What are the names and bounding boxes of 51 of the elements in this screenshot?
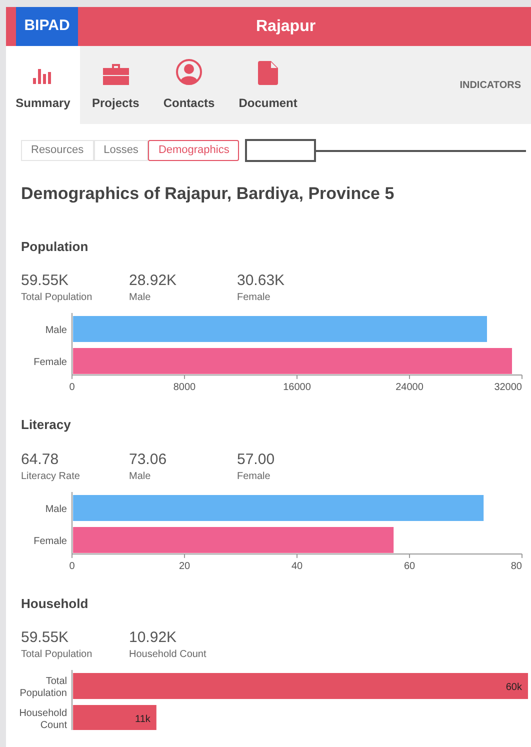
document-icon: [258, 61, 278, 85]
tick-label: 24000: [396, 382, 424, 393]
category-label: Female: [34, 536, 67, 546]
stat-value: 73.06: [129, 450, 168, 468]
nav-tab[interactable]: Summary: [6, 46, 80, 124]
person-icon: [176, 59, 202, 85]
stat-label: Total Population: [21, 648, 94, 662]
stat-label: Total Population: [21, 291, 94, 305]
section-title: Literacy: [21, 416, 72, 434]
stat-label: Household Count: [129, 648, 208, 662]
category-label: Female: [34, 357, 67, 368]
tick-label: 80: [510, 560, 522, 572]
tick-label: 0: [69, 560, 75, 572]
tick-label: 40: [291, 560, 303, 572]
tick-label: 32000: [494, 382, 522, 393]
category-label: Total Population: [20, 676, 67, 699]
stat-value: 57.00: [237, 450, 276, 468]
section-title: Household: [21, 594, 90, 612]
stat-value: 59.55K: [21, 629, 70, 647]
category-label: Male: [45, 325, 67, 336]
category-label: Male: [45, 504, 67, 514]
tick-label: 20: [178, 560, 190, 572]
stat-label: Male: [129, 291, 152, 305]
stat-value: 30.63K: [237, 272, 286, 290]
stat-label: Female: [237, 291, 272, 305]
nav-tab[interactable]: Projects: [80, 46, 152, 124]
logo[interactable]: BIPAD: [16, 7, 78, 46]
nav-tab[interactable]: Contacts: [151, 46, 227, 124]
category-label: Household Count: [19, 708, 67, 730]
stat-value: 59.55K: [21, 272, 70, 290]
nav-tab[interactable]: Document: [226, 46, 310, 124]
stat-value: 64.78: [21, 450, 60, 468]
stat-label: Female: [237, 470, 272, 484]
section-heading: Demographics of Rajapur, Bardiya, Province 5: [21, 183, 394, 205]
tab[interactable]: Losses: [94, 140, 148, 161]
stat-label: Male: [129, 470, 152, 484]
value-label: 11k: [135, 714, 150, 725]
value-label: 60k: [506, 682, 522, 693]
briefcase-icon: [102, 63, 129, 85]
stat-value: 28.92K: [129, 272, 178, 290]
stat-label: Literacy Rate: [21, 470, 81, 484]
tick-label: 0: [69, 382, 75, 393]
tick-label: 8000: [173, 382, 196, 393]
indicators-link[interactable]: INDICATORS: [460, 78, 521, 92]
tick-label: 60: [404, 560, 416, 572]
section-title: Population: [21, 238, 90, 256]
tab[interactable]: Demographics: [148, 140, 240, 161]
stat-value: 10.92K: [129, 629, 178, 647]
page-title: Rajapur: [256, 16, 316, 36]
tab[interactable]: Resources: [21, 140, 94, 161]
tick-label: 16000: [283, 382, 311, 393]
